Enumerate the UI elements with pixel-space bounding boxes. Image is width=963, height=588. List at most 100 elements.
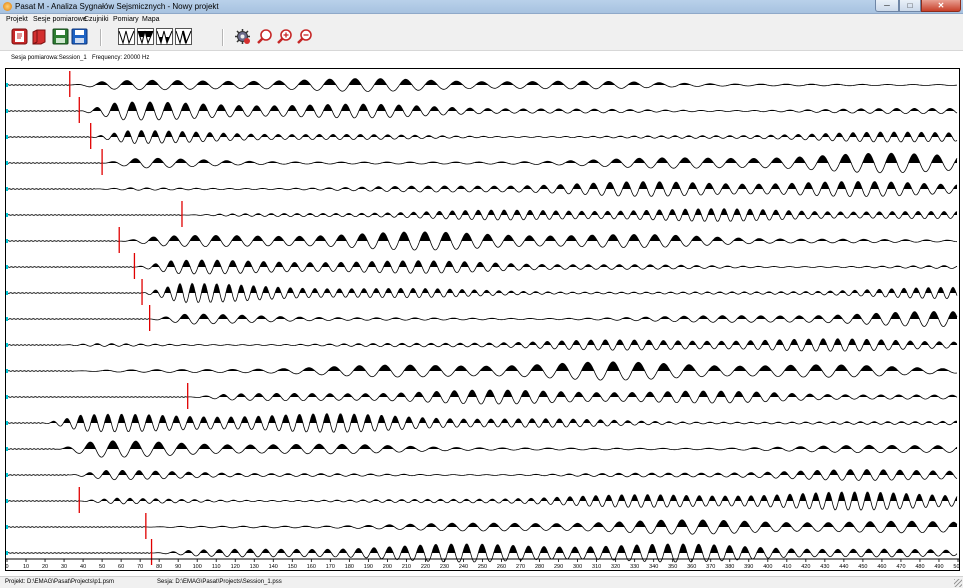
trace-fill	[7, 492, 957, 501]
maximize-button[interactable]: □	[899, 0, 921, 12]
x-tick-label: 430	[820, 564, 829, 570]
x-tick-label: 220	[421, 564, 430, 570]
minimize-button[interactable]: ─	[875, 0, 899, 12]
trace-onset-marker	[6, 551, 8, 555]
x-tick-label: 70	[137, 564, 143, 570]
x-tick-label: 250	[478, 564, 487, 570]
resize-grip[interactable]	[954, 579, 962, 587]
x-tick-label: 460	[877, 564, 886, 570]
x-tick-label: 340	[649, 564, 658, 570]
zoom-search-icon[interactable]	[256, 28, 273, 45]
waveform-mode-2-icon[interactable]	[137, 28, 154, 45]
status-project-path: Projekt: D:\EMAG\Pasat\Projects\p1.psm	[5, 579, 115, 585]
menu-sesje-pomiarowe[interactable]: Sesje pomiarowe	[33, 14, 87, 25]
window-controls: ─ □ ✕	[875, 0, 961, 12]
x-tick-label: 270	[516, 564, 525, 570]
x-tick-label: 210	[402, 564, 411, 570]
toolbar-separator	[222, 29, 224, 46]
x-tick-label: 240	[459, 564, 468, 570]
trace-onset-marker	[6, 525, 8, 529]
trace-fill	[7, 543, 957, 553]
trace-fill	[7, 181, 957, 189]
x-tick-label: 290	[554, 564, 563, 570]
x-tick-label: 280	[535, 564, 544, 570]
trace-onset-marker	[6, 369, 8, 373]
zoom-out-icon[interactable]	[296, 28, 313, 45]
x-tick-label: 390	[744, 564, 753, 570]
waveform-mode-1-icon[interactable]	[118, 28, 135, 45]
x-tick-label: 140	[269, 564, 278, 570]
waveform-mode-3-icon[interactable]	[156, 28, 173, 45]
menu-mapa[interactable]: Mapa	[142, 14, 160, 25]
trace-fill	[7, 153, 957, 163]
x-tick-label: 80	[156, 564, 162, 570]
frequency-label: Frequency: 20000 Hz	[92, 55, 150, 61]
title-bar: Pasat M - Analiza Sygnałów Sejsmicznych …	[0, 0, 963, 14]
x-tick-label: 130	[250, 564, 259, 570]
trace-onset-marker	[6, 291, 8, 295]
trace-onset-marker	[6, 135, 8, 139]
x-tick-label: 330	[630, 564, 639, 570]
x-tick-label: 40	[80, 564, 86, 570]
trace-onset-marker	[6, 265, 8, 269]
trace-onset-marker	[6, 447, 8, 451]
x-tick-label: 400	[763, 564, 772, 570]
x-tick-label: 170	[326, 564, 335, 570]
settings-gear-icon[interactable]	[234, 28, 251, 45]
open-project-icon[interactable]	[31, 28, 48, 45]
x-tick-label: 0	[6, 564, 9, 570]
x-tick-label: 310	[592, 564, 601, 570]
x-tick-label: 440	[839, 564, 848, 570]
x-tick-label: 110	[212, 564, 221, 570]
x-tick-label: 360	[687, 564, 696, 570]
trace-onset-marker	[6, 83, 8, 87]
menu-projekt[interactable]: Projekt	[6, 14, 28, 25]
x-tick-label: 160	[307, 564, 316, 570]
trace-onset-marker	[6, 343, 8, 347]
trace-canvas[interactable]: 0 10 20 30 40 50 60 70 80 90 100 110 120 130 140 150 160…	[6, 69, 959, 570]
x-tick-label: 470	[896, 564, 905, 570]
trace-line[interactable]	[6, 78, 958, 92]
x-tick-label: 320	[611, 564, 620, 570]
x-tick-label: 370	[706, 564, 715, 570]
app-icon	[3, 2, 12, 11]
trace-line[interactable]	[6, 338, 958, 352]
x-tick-label: 350	[668, 564, 677, 570]
trace-fill	[7, 361, 957, 371]
x-tick-label: 180	[345, 564, 354, 570]
x-tick-label: 450	[858, 564, 867, 570]
trace-line[interactable]	[6, 491, 958, 511]
status-bar: Projekt: D:\EMAG\Pasat\Projects\p1.psm S…	[0, 576, 963, 588]
toolbar-separator	[100, 29, 102, 46]
trace-fill	[7, 101, 957, 111]
trace-onset-marker	[6, 161, 8, 165]
x-tick-label: 490	[934, 564, 943, 570]
waveform-mode-4-icon[interactable]	[175, 28, 192, 45]
x-tick-label: 60	[118, 564, 124, 570]
trace-onset-marker	[6, 213, 8, 217]
seismogram-plot[interactable]: 0 10 20 30 40 50 60 70 80 90 100 110 120 130 140 150 160…	[5, 68, 960, 571]
x-tick-label: 20	[42, 564, 48, 570]
trace-onset-marker	[6, 239, 8, 243]
session-label: Sesja pomiarowa:Session_1	[11, 55, 87, 61]
x-tick-label: 420	[801, 564, 810, 570]
x-tick-label: 300	[573, 564, 582, 570]
status-session-path: Sesja: D:\EMAG\Pasat\Projects\Session_1.…	[157, 579, 282, 585]
save-green-icon[interactable]	[52, 28, 69, 45]
new-project-icon[interactable]	[11, 28, 28, 45]
x-tick-label: 120	[231, 564, 240, 570]
trace-onset-marker	[6, 473, 8, 477]
trace-fill	[7, 283, 957, 293]
save-blue-icon[interactable]	[71, 28, 88, 45]
close-button[interactable]: ✕	[921, 0, 961, 12]
trace-fill	[7, 389, 957, 397]
menu-pomiary[interactable]: Pomiary	[113, 14, 139, 25]
x-tick-label: 260	[497, 564, 506, 570]
trace-onset-marker	[6, 187, 8, 191]
x-tick-label: 200	[383, 564, 392, 570]
trace-onset-marker	[6, 395, 8, 399]
window-title: Pasat M - Analiza Sygnałów Sejsmicznych …	[15, 2, 219, 11]
zoom-in-icon[interactable]	[276, 28, 293, 45]
menu-czujniki[interactable]: Czujniki	[84, 14, 109, 25]
x-tick-label: 480	[915, 564, 924, 570]
